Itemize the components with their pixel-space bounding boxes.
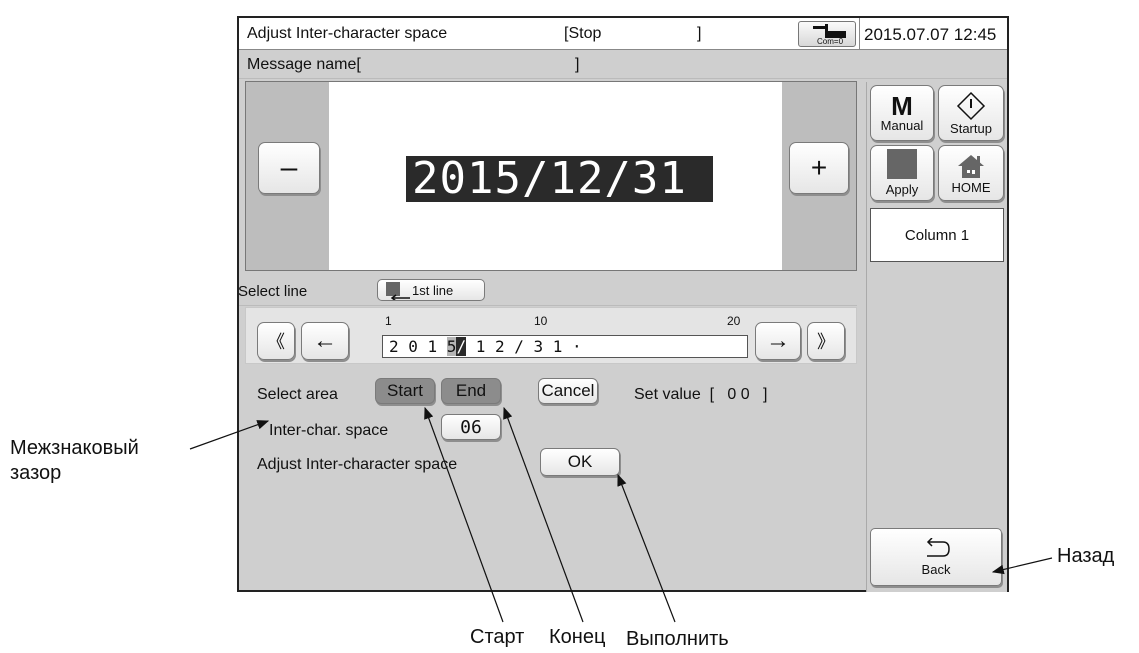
gap-arrow xyxy=(189,420,270,450)
end-caption: Конец xyxy=(549,626,606,648)
back-caption: Назад xyxy=(1057,545,1115,567)
back-arrow xyxy=(991,557,1053,575)
end-arrow xyxy=(503,406,584,623)
execute-caption: Выполнить xyxy=(626,628,729,650)
start-arrow xyxy=(424,406,504,623)
ok-arrow xyxy=(617,473,676,623)
annotation-arrows xyxy=(189,406,1053,623)
gap-caption-line1: Межзнаковый xyxy=(10,437,139,459)
gap-caption-line2: зазор xyxy=(10,462,62,484)
start-caption: Старт xyxy=(470,626,525,648)
